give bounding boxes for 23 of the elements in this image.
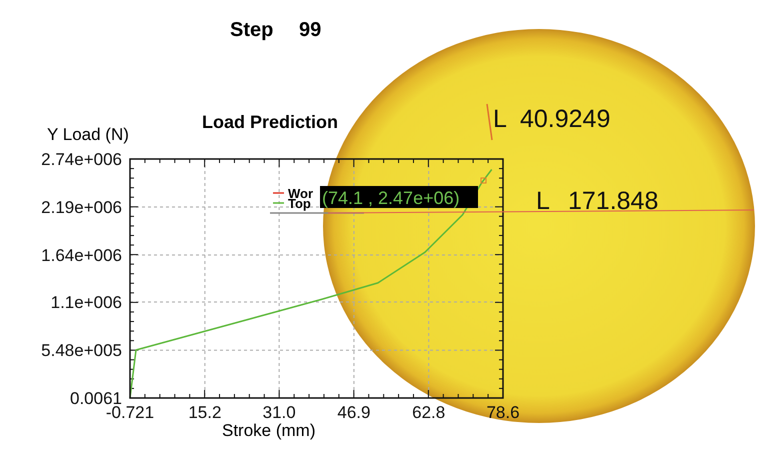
tick-label: 5.48e+005 xyxy=(41,341,122,360)
dimension-label: L xyxy=(536,187,550,215)
dimension-line xyxy=(486,104,493,140)
tick-label: 15.2 xyxy=(188,403,222,422)
step-number: 99 xyxy=(299,19,322,41)
axis-label: Y Load (N) xyxy=(47,125,129,144)
tick-label: 46.9 xyxy=(337,403,370,422)
dimension-value: 171.848 xyxy=(568,187,658,215)
tick-label: 1.64e+006 xyxy=(41,246,122,265)
tick-label: 78.6 xyxy=(486,403,520,422)
tick-label: -0.721 xyxy=(106,403,154,422)
dimension-value: 40.9249 xyxy=(520,105,610,133)
tick-label: 31.0 xyxy=(262,403,296,422)
dimension-label: L xyxy=(493,105,507,133)
tick-label: 2.19e+006 xyxy=(41,198,122,217)
axis-label: Stroke (mm) xyxy=(222,421,316,440)
tick-label: 1.1e+006 xyxy=(50,293,122,312)
step-label: Step xyxy=(230,19,274,41)
value-tooltip: (74.1 , 2.47e+06) xyxy=(320,186,478,208)
marker-square xyxy=(480,178,486,184)
chart-title: Load Prediction xyxy=(202,112,338,132)
tick-label: 2.74e+006 xyxy=(41,150,122,169)
tick-label: 62.8 xyxy=(412,403,446,422)
